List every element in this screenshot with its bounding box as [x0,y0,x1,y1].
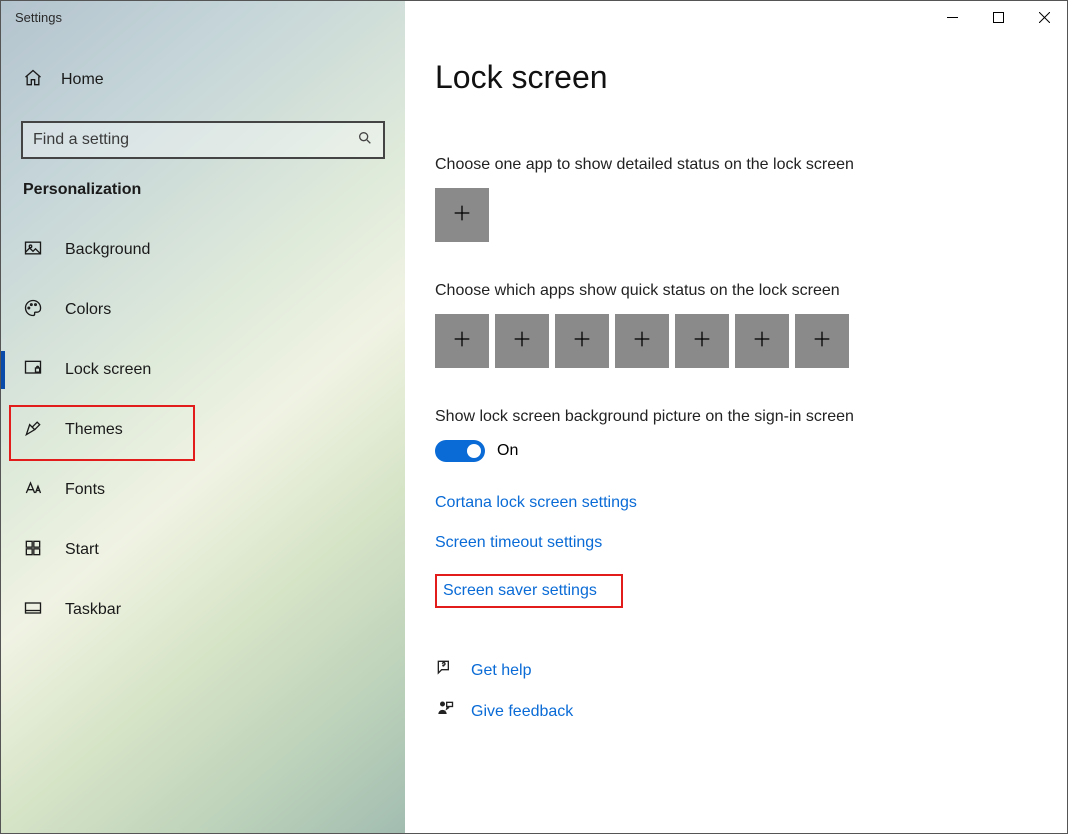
plus-icon [511,328,533,355]
show-bg-toggle[interactable] [435,440,485,462]
sidebar-item-lock-screen[interactable]: Lock screen [1,347,405,393]
sidebar-item-label: Background [65,241,150,259]
add-detailed-app-button[interactable] [435,188,489,242]
plus-icon [751,328,773,355]
sidebar-item-themes[interactable]: Themes [1,407,405,453]
get-help-link[interactable]: Get help [435,658,1027,683]
screen-saver-highlight: Screen saver settings [435,574,623,608]
timeout-link[interactable]: Screen timeout settings [435,534,1027,552]
add-quick-app-button[interactable] [675,314,729,368]
sidebar-item-taskbar[interactable]: Taskbar [1,587,405,633]
window-title: Settings [15,10,62,25]
plus-icon [631,328,653,355]
add-quick-app-button[interactable] [435,314,489,368]
sidebar-item-label: Start [65,541,99,559]
plus-icon [811,328,833,355]
sidebar-item-label: Lock screen [65,361,151,379]
page-title: Lock screen [435,59,1027,96]
palette-icon [23,298,43,323]
feedback-label: Give feedback [471,703,573,721]
cortana-link[interactable]: Cortana lock screen settings [435,494,1027,512]
home-label: Home [61,71,104,89]
close-button[interactable] [1021,1,1067,33]
help-icon [435,658,455,683]
taskbar-icon [23,598,43,623]
nav: Background Colors Lock screen Themes Fon… [1,227,405,647]
sidebar-item-label: Colors [65,301,111,319]
sidebar: Home Personalization Background [1,33,405,833]
sidebar-item-label: Fonts [65,481,105,499]
sidebar-item-fonts[interactable]: Fonts [1,467,405,513]
sidebar-item-background[interactable]: Background [1,227,405,273]
plus-icon [451,328,473,355]
plus-icon [571,328,593,355]
lock-screen-icon [23,358,43,383]
search-input[interactable] [21,121,385,159]
detailed-status-label: Choose one app to show detailed status o… [435,156,1027,174]
search-icon [357,130,373,151]
sidebar-item-colors[interactable]: Colors [1,287,405,333]
show-bg-label: Show lock screen background picture on t… [435,408,1027,426]
start-icon [23,538,43,563]
sidebar-item-start[interactable]: Start [1,527,405,573]
search-field[interactable] [33,131,357,149]
sidebar-item-label: Taskbar [65,601,121,619]
quick-status-tiles [435,314,1027,368]
sidebar-item-label: Themes [65,421,123,439]
help-label: Get help [471,662,531,680]
titlebar: Settings [1,1,1067,33]
window-controls [929,1,1067,33]
add-quick-app-button[interactable] [795,314,849,368]
add-quick-app-button[interactable] [495,314,549,368]
screen-saver-link[interactable]: Screen saver settings [443,582,597,599]
themes-icon [23,418,43,443]
section-title: Personalization [1,181,405,199]
maximize-button[interactable] [975,1,1021,33]
feedback-link[interactable]: Give feedback [435,699,1027,724]
settings-window: Settings Home [0,0,1068,834]
minimize-button[interactable] [929,1,975,33]
quick-status-label: Choose which apps show quick status on t… [435,282,1027,300]
plus-icon [691,328,713,355]
detailed-status-tiles [435,188,1027,242]
add-quick-app-button[interactable] [735,314,789,368]
add-quick-app-button[interactable] [555,314,609,368]
picture-icon [23,238,43,263]
content: Lock screen Choose one app to show detai… [405,33,1067,833]
home-button[interactable]: Home [1,57,405,103]
add-quick-app-button[interactable] [615,314,669,368]
feedback-icon [435,699,455,724]
home-icon [23,68,43,93]
plus-icon [451,202,473,229]
fonts-icon [23,478,43,503]
toggle-state: On [497,442,518,460]
